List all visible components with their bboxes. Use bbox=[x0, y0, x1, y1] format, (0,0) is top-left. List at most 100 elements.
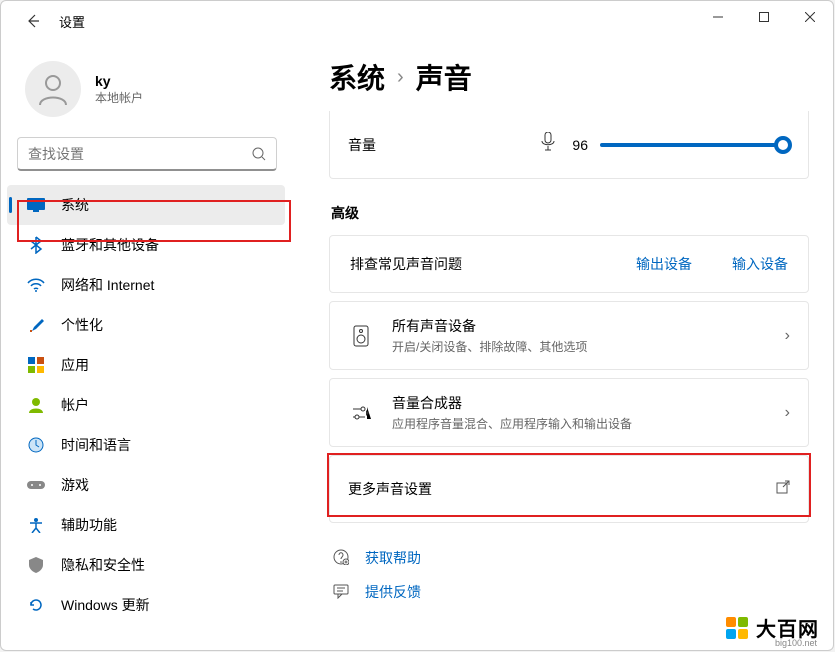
chevron-right-icon: › bbox=[785, 404, 790, 422]
help-icon bbox=[333, 549, 351, 568]
nav-gaming[interactable]: 游戏 bbox=[7, 465, 285, 505]
apps-icon bbox=[27, 356, 45, 374]
volume-value: 96 bbox=[572, 137, 588, 153]
mixer-sub: 应用程序音量混合、应用程序输入和输出设备 bbox=[392, 415, 785, 432]
nav-accounts[interactable]: 帐户 bbox=[7, 385, 285, 425]
nav-label: 帐户 bbox=[61, 395, 273, 415]
external-link-icon bbox=[776, 480, 790, 499]
nav-label: 蓝牙和其他设备 bbox=[61, 235, 273, 255]
feedback-label: 提供反馈 bbox=[365, 582, 421, 602]
breadcrumb: 系统 › 声音 bbox=[329, 57, 809, 97]
minimize-button[interactable] bbox=[695, 1, 741, 33]
nav-label: Windows 更新 bbox=[61, 595, 273, 615]
sidebar: ky 本地帐户 系统 蓝牙和其他设备 网络和 Int bbox=[1, 41, 291, 650]
volume-card: 音量 96 bbox=[329, 111, 809, 179]
minimize-icon bbox=[713, 12, 723, 22]
watermark-sub: big100.net bbox=[775, 638, 817, 648]
window-title: 设置 bbox=[59, 12, 85, 31]
person-icon bbox=[35, 71, 71, 107]
accessibility-icon bbox=[27, 516, 45, 534]
troubleshoot-input-link[interactable]: 输入设备 bbox=[732, 254, 788, 274]
more-sound-card[interactable]: 更多声音设置 bbox=[329, 455, 809, 523]
row-text: 音量合成器 应用程序音量混合、应用程序输入和输出设备 bbox=[392, 393, 785, 432]
maximize-button[interactable] bbox=[741, 1, 787, 33]
wifi-icon bbox=[27, 276, 45, 294]
close-icon bbox=[805, 12, 815, 22]
brush-icon bbox=[27, 316, 45, 334]
nav-personalize[interactable]: 个性化 bbox=[7, 305, 285, 345]
get-help-link[interactable]: 获取帮助 bbox=[333, 541, 809, 575]
arrow-left-icon bbox=[25, 13, 41, 29]
update-icon bbox=[27, 596, 45, 614]
volume-label: 音量 bbox=[348, 135, 376, 155]
nav-label: 辅助功能 bbox=[61, 515, 273, 535]
search-icon bbox=[252, 147, 266, 161]
troubleshoot-card: 排查常见声音问题 输出设备 输入设备 bbox=[329, 235, 809, 293]
nav-label: 时间和语言 bbox=[61, 435, 273, 455]
user-account-type: 本地帐户 bbox=[95, 89, 143, 106]
troubleshoot-label: 排查常见声音问题 bbox=[350, 254, 462, 274]
slider-thumb[interactable] bbox=[774, 136, 792, 154]
chevron-right-icon: › bbox=[785, 327, 790, 345]
nav-network[interactable]: 网络和 Internet bbox=[7, 265, 285, 305]
watermark-logo bbox=[726, 617, 748, 639]
microphone-icon[interactable] bbox=[540, 132, 556, 157]
all-devices-card[interactable]: 所有声音设备 开启/关闭设备、排除故障、其他选项 › bbox=[329, 301, 809, 370]
nav-label: 网络和 Internet bbox=[61, 275, 273, 295]
close-button[interactable] bbox=[787, 1, 833, 33]
search-input[interactable] bbox=[28, 146, 252, 162]
nav-time[interactable]: 时间和语言 bbox=[7, 425, 285, 465]
breadcrumb-current: 声音 bbox=[416, 57, 472, 97]
more-sound-title: 更多声音设置 bbox=[348, 479, 776, 499]
volume-slider[interactable] bbox=[600, 143, 790, 147]
user-block[interactable]: ky 本地帐户 bbox=[1, 51, 291, 131]
clock-globe-icon bbox=[27, 436, 45, 454]
titlebar: 设置 bbox=[1, 1, 833, 41]
row-text: 更多声音设置 bbox=[348, 479, 776, 499]
back-button[interactable] bbox=[21, 9, 45, 33]
mixer-title: 音量合成器 bbox=[392, 393, 785, 413]
nav-privacy[interactable]: 隐私和安全性 bbox=[7, 545, 285, 585]
nav-label: 应用 bbox=[61, 355, 273, 375]
feedback-link[interactable]: 提供反馈 bbox=[333, 575, 809, 609]
mixer-card[interactable]: 音量合成器 应用程序音量混合、应用程序输入和输出设备 › bbox=[329, 378, 809, 447]
nav-system[interactable]: 系统 bbox=[7, 185, 285, 225]
shield-icon bbox=[27, 556, 45, 574]
nav-update[interactable]: Windows 更新 bbox=[7, 585, 285, 625]
window-controls bbox=[695, 1, 833, 33]
row-text: 所有声音设备 开启/关闭设备、排除故障、其他选项 bbox=[392, 316, 785, 355]
more-sound-wrapper: 更多声音设置 bbox=[329, 455, 809, 523]
search-box[interactable] bbox=[17, 137, 277, 171]
help-links: 获取帮助 提供反馈 bbox=[329, 541, 809, 609]
settings-window: 设置 ky 本地帐户 bbox=[0, 0, 834, 651]
all-devices-title: 所有声音设备 bbox=[392, 316, 785, 336]
feedback-icon bbox=[333, 583, 351, 602]
nav-apps[interactable]: 应用 bbox=[7, 345, 285, 385]
bluetooth-icon bbox=[27, 236, 45, 254]
speaker-icon bbox=[348, 325, 374, 347]
user-name: ky bbox=[95, 73, 143, 89]
person-icon bbox=[27, 396, 45, 414]
troubleshoot-output-link[interactable]: 输出设备 bbox=[636, 254, 692, 274]
content-area: ky 本地帐户 系统 蓝牙和其他设备 网络和 Int bbox=[1, 41, 833, 650]
system-icon bbox=[27, 196, 45, 214]
nav-list: 系统 蓝牙和其他设备 网络和 Internet 个性化 应用 bbox=[1, 185, 291, 625]
breadcrumb-parent[interactable]: 系统 bbox=[329, 57, 385, 97]
troubleshoot-links: 输出设备 输入设备 bbox=[636, 254, 788, 274]
gamepad-icon bbox=[27, 476, 45, 494]
get-help-label: 获取帮助 bbox=[365, 548, 421, 568]
nav-label: 游戏 bbox=[61, 475, 273, 495]
chevron-right-icon: › bbox=[397, 66, 404, 89]
nav-label: 系统 bbox=[61, 195, 273, 215]
avatar bbox=[25, 61, 81, 117]
section-advanced-header: 高级 bbox=[331, 203, 809, 223]
maximize-icon bbox=[759, 12, 769, 22]
user-info: ky 本地帐户 bbox=[95, 73, 143, 106]
main-panel: 系统 › 声音 音量 96 高级 排查常见声音问题 输出设备 bbox=[291, 41, 833, 650]
nav-label: 个性化 bbox=[61, 315, 273, 335]
nav-label: 隐私和安全性 bbox=[61, 555, 273, 575]
nav-bluetooth[interactable]: 蓝牙和其他设备 bbox=[7, 225, 285, 265]
mixer-icon bbox=[348, 405, 374, 421]
all-devices-sub: 开启/关闭设备、排除故障、其他选项 bbox=[392, 338, 785, 355]
nav-accessibility[interactable]: 辅助功能 bbox=[7, 505, 285, 545]
